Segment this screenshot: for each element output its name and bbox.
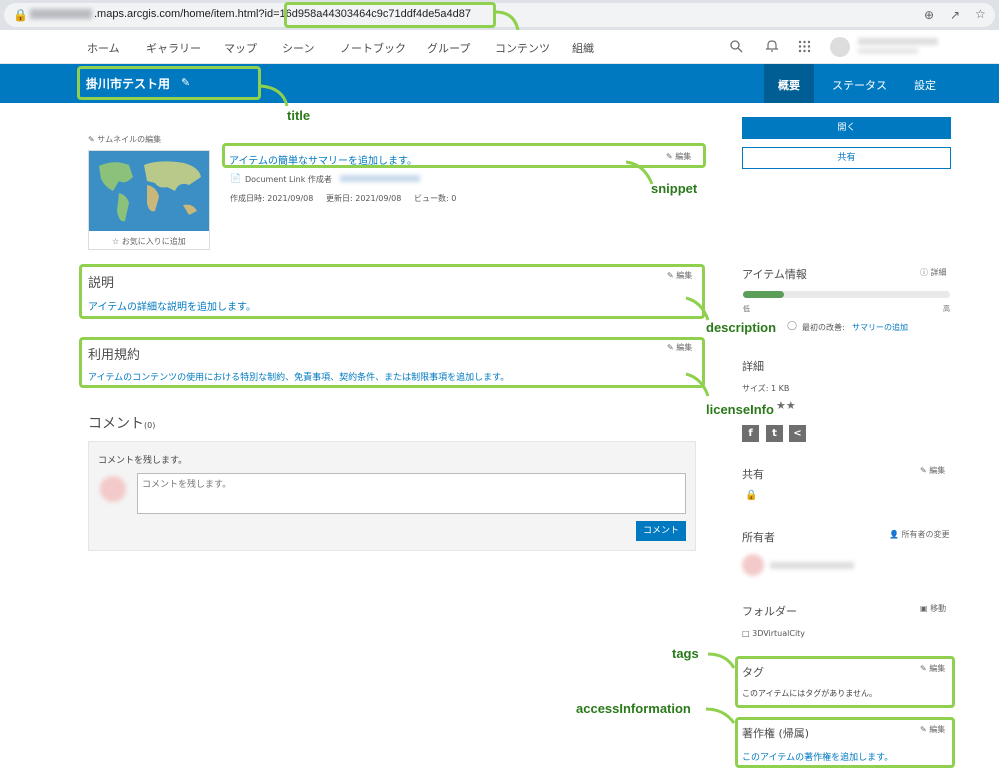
callout-title-box bbox=[77, 66, 261, 100]
document-icon: 📄 bbox=[230, 174, 242, 184]
folder-icon: □ bbox=[742, 629, 750, 638]
comment-submit-button[interactable]: コメント bbox=[636, 521, 686, 541]
callout-title-label: title bbox=[287, 108, 311, 123]
comments-title: コメント(0) bbox=[88, 413, 155, 433]
url-domain: .maps.arcgis.com/home/item.html?id= bbox=[94, 8, 280, 20]
sharing-title: 共有 bbox=[742, 468, 764, 481]
tab-settings[interactable]: 設定 bbox=[914, 77, 936, 93]
nav-content[interactable]: コンテンツ bbox=[495, 40, 550, 56]
nav-map[interactable]: マップ bbox=[224, 40, 257, 56]
created-date: 作成日時: 2021/09/08 bbox=[230, 194, 314, 203]
nav-home[interactable]: ホーム bbox=[87, 40, 120, 56]
user-avatar[interactable] bbox=[830, 37, 850, 57]
item-info-progress-fill bbox=[743, 291, 785, 298]
move-folder-button[interactable]: ▣ 移動 bbox=[920, 603, 946, 614]
item-info-title: アイテム情報 bbox=[742, 268, 807, 281]
private-lock-icon: 🔒 bbox=[745, 490, 758, 501]
callout-licenseinfo-label: licenseInfo bbox=[706, 402, 774, 417]
add-favorite-button[interactable]: ☆ お気に入りに追加 bbox=[112, 236, 186, 247]
callout-description-label: description bbox=[706, 320, 777, 335]
item-size: サイズ: 1 KB bbox=[742, 384, 790, 393]
comment-prompt: コメントを残します。 bbox=[98, 456, 188, 466]
callout-credits-box bbox=[735, 717, 955, 768]
thumbnail-edit-label: サムネイルの編集 bbox=[97, 135, 162, 144]
first-improvement-label: 最初の改善: bbox=[802, 323, 845, 332]
progress-high-label: 高 bbox=[943, 305, 950, 313]
share-link-icon[interactable]: < bbox=[789, 425, 806, 442]
world-map-thumbnail[interactable] bbox=[89, 151, 209, 231]
change-owner-label: 所有者の変更 bbox=[901, 530, 950, 539]
nav-organization[interactable]: 組織 bbox=[572, 40, 594, 56]
view-count: ビュー数: 0 bbox=[414, 194, 457, 203]
item-info-progress-track bbox=[743, 291, 950, 298]
sharing-edit-label: 編集 bbox=[929, 466, 946, 475]
callout-tags-connector bbox=[707, 652, 736, 669]
item-info-detail-label: 詳細 bbox=[930, 268, 947, 277]
modified-date: 更新日: 2021/09/08 bbox=[326, 194, 402, 203]
callout-description-box bbox=[79, 264, 705, 319]
thumbnail-edit-link[interactable]: ✎ サムネイルの編集 bbox=[88, 134, 161, 145]
nav-gallery[interactable]: ギャラリー bbox=[146, 40, 201, 56]
add-favorite-label: お気に入りに追加 bbox=[121, 237, 186, 246]
zoom-icon[interactable]: ⊕ bbox=[924, 8, 934, 22]
comments-title-text: コメント bbox=[88, 416, 144, 432]
callout-license-connector bbox=[685, 372, 710, 397]
callout-id-box bbox=[284, 2, 496, 28]
share-page-icon[interactable]: ↗ bbox=[950, 8, 960, 22]
blurred-username bbox=[858, 38, 938, 45]
tab-status[interactable]: ステータス bbox=[832, 77, 887, 93]
add-summary-link[interactable]: サマリーの追加 bbox=[852, 322, 908, 333]
owner-avatar bbox=[742, 554, 764, 576]
search-icon[interactable] bbox=[730, 40, 743, 53]
details-title: 詳細 bbox=[742, 360, 764, 373]
nav-notebook[interactable]: ノートブック bbox=[340, 40, 406, 56]
app-launcher-icon[interactable] bbox=[798, 40, 811, 53]
lightbulb-icon: ◯ bbox=[787, 321, 798, 331]
comment-input[interactable] bbox=[137, 473, 686, 514]
move-folder-label: 移動 bbox=[930, 604, 947, 613]
callout-title-connector bbox=[260, 84, 289, 107]
blurred-user-org bbox=[858, 48, 918, 54]
facebook-icon[interactable]: f bbox=[742, 425, 759, 442]
change-owner-button[interactable]: 👤 所有者の変更 bbox=[889, 529, 950, 540]
sharing-edit-button[interactable]: ✎ 編集 bbox=[920, 465, 945, 476]
twitter-icon[interactable]: t bbox=[766, 425, 783, 442]
callout-tags-label: tags bbox=[672, 646, 699, 661]
commenter-avatar bbox=[100, 476, 126, 502]
comments-count: (0) bbox=[144, 421, 156, 430]
blurred-owner-name[interactable] bbox=[770, 562, 854, 569]
folder-title: フォルダー bbox=[742, 605, 797, 618]
item-type-owner: Document Link 作成者 bbox=[245, 175, 332, 184]
callout-credits-connector bbox=[705, 707, 736, 724]
rating-stars[interactable]: ★★ bbox=[776, 399, 796, 412]
lock-icon: 🔒 bbox=[13, 8, 28, 22]
nav-groups[interactable]: グループ bbox=[427, 40, 470, 56]
nav-scene[interactable]: シーン bbox=[282, 40, 314, 56]
folder-name: □ 3DVirtualCity bbox=[742, 629, 805, 638]
bookmark-star-icon[interactable]: ☆ bbox=[975, 7, 986, 21]
share-button[interactable]: 共有 bbox=[742, 147, 951, 169]
progress-low-label: 低 bbox=[743, 305, 750, 313]
notification-bell-icon[interactable] bbox=[766, 39, 778, 53]
tab-overview[interactable]: 概要 bbox=[778, 77, 800, 93]
item-info-detail-link[interactable]: ⓘ 詳細 bbox=[920, 267, 947, 278]
blurred-owner-link[interactable] bbox=[340, 175, 420, 182]
callout-accessinformation-label: accessInformation bbox=[576, 701, 691, 716]
owner-title: 所有者 bbox=[742, 531, 775, 544]
open-button[interactable]: 開く bbox=[742, 117, 951, 139]
callout-snippet-label: snippet bbox=[651, 181, 698, 196]
blurred-subdomain bbox=[30, 9, 92, 20]
callout-license-box bbox=[79, 337, 705, 388]
folder-name-text: 3DVirtualCity bbox=[752, 629, 806, 638]
callout-tags-box bbox=[735, 656, 955, 708]
